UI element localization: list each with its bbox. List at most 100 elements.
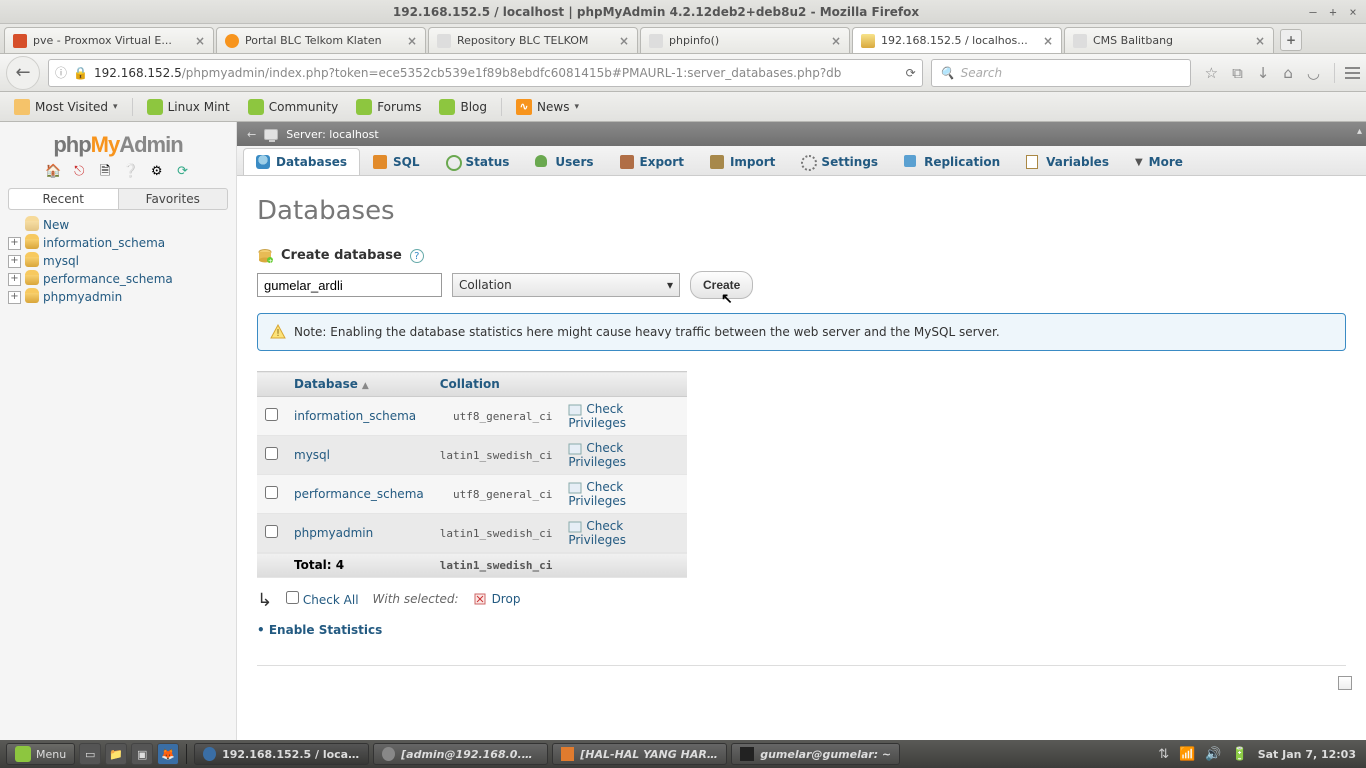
clock[interactable]: Sat Jan 7, 12:03 <box>1258 748 1356 761</box>
new-tab-button[interactable]: + <box>1280 29 1302 51</box>
sidebar-tab-recent[interactable]: Recent <box>9 189 119 209</box>
nav-back-button[interactable]: ← <box>6 56 40 90</box>
task-button[interactable]: [HAL-HAL YANG HARU... <box>552 743 727 765</box>
reload-icon[interactable]: ⟳ <box>906 66 916 80</box>
file-manager-button[interactable]: 📁 <box>105 743 127 765</box>
collation-select[interactable]: Collation▾ <box>452 273 680 297</box>
check-all[interactable]: Check All <box>286 591 358 607</box>
reload-icon[interactable]: ⟳ <box>174 164 192 182</box>
close-icon[interactable]: × <box>1255 34 1265 48</box>
db-link[interactable]: phpmyadmin <box>286 514 432 553</box>
tab-users[interactable]: Users <box>522 148 606 175</box>
pocket-icon[interactable]: ◡ <box>1307 64 1320 82</box>
db-link[interactable]: performance_schema <box>286 475 432 514</box>
url-input[interactable]: ⓘ 🔒 192.168.152.5/phpmyadmin/index.php?t… <box>48 59 923 87</box>
tree-item[interactable]: +mysql <box>4 252 232 270</box>
close-icon[interactable]: × <box>195 34 205 48</box>
tree-new-db[interactable]: New <box>4 216 232 234</box>
search-input[interactable]: 🔍 Search <box>931 59 1191 87</box>
tab-databases[interactable]: Databases <box>243 148 360 175</box>
show-desktop-button[interactable]: ▭ <box>79 743 101 765</box>
bookmark-blog[interactable]: Blog <box>431 96 495 118</box>
close-icon[interactable]: × <box>1043 34 1053 48</box>
row-checkbox[interactable] <box>265 486 278 499</box>
volume-icon[interactable]: 🔊 <box>1205 747 1221 762</box>
tab-import[interactable]: Import <box>697 148 788 175</box>
tab-replication[interactable]: Replication <box>891 148 1013 175</box>
check-privileges-link[interactable]: Check Privileges <box>560 436 687 475</box>
bookmark-forums[interactable]: Forums <box>348 96 429 118</box>
browser-tab-active[interactable]: 192.168.152.5 / localhos...× <box>852 27 1062 53</box>
network-icon[interactable]: ⇅ <box>1158 747 1169 762</box>
browser-tab[interactable]: pve - Proxmox Virtual E...× <box>4 27 214 53</box>
check-all-checkbox[interactable] <box>286 591 299 604</box>
settings-corner-button[interactable] <box>1338 676 1352 690</box>
close-icon[interactable]: × <box>407 34 417 48</box>
window-maximize-button[interactable]: + <box>1326 5 1340 19</box>
browser-tab[interactable]: phpinfo()× <box>640 27 850 53</box>
settings-icon[interactable]: ⚙ <box>148 164 166 182</box>
window-minimize-button[interactable]: – <box>1306 5 1320 19</box>
col-database[interactable]: Database▲ <box>286 372 432 397</box>
bookmark-news[interactable]: ∿News▾ <box>508 96 587 118</box>
check-privileges-link[interactable]: Check Privileges <box>560 475 687 514</box>
start-menu-button[interactable]: Menu <box>6 743 75 765</box>
db-link[interactable]: information_schema <box>286 397 432 436</box>
sql-icon[interactable]: 🗎 <box>96 162 114 180</box>
row-checkbox[interactable] <box>265 525 278 538</box>
tree-item[interactable]: +phpmyadmin <box>4 288 232 306</box>
browser-tab[interactable]: Repository BLC TELKOM× <box>428 27 638 53</box>
check-privileges-link[interactable]: Check Privileges <box>560 514 687 553</box>
create-button[interactable]: Create↖ <box>690 271 753 299</box>
db-link[interactable]: mysql <box>286 436 432 475</box>
close-icon[interactable]: × <box>831 34 841 48</box>
firefox-button[interactable]: 🦊 <box>157 743 179 765</box>
tab-settings[interactable]: Settings <box>788 148 891 175</box>
battery-icon[interactable]: 🔋 <box>1232 747 1248 762</box>
help-icon[interactable]: ? <box>410 249 424 263</box>
check-privileges-link[interactable]: Check Privileges <box>560 397 687 436</box>
tab-status[interactable]: Status <box>433 148 523 175</box>
row-checkbox[interactable] <box>265 447 278 460</box>
window-close-button[interactable]: × <box>1346 5 1360 19</box>
tree-item[interactable]: +performance_schema <box>4 270 232 288</box>
nav-left-icon[interactable]: ← <box>247 128 256 141</box>
bookmark-linux-mint[interactable]: Linux Mint <box>139 96 238 118</box>
expand-icon[interactable]: + <box>8 237 21 250</box>
col-collation[interactable]: Collation <box>432 372 561 397</box>
tab-variables[interactable]: Variables <box>1013 148 1122 175</box>
terminal-button[interactable]: ▣ <box>131 743 153 765</box>
enable-statistics-link[interactable]: Enable Statistics <box>257 623 1346 637</box>
row-checkbox[interactable] <box>265 408 278 421</box>
tab-export[interactable]: Export <box>607 148 697 175</box>
drop-link[interactable]: Drop <box>473 592 521 606</box>
logout-icon[interactable]: ⎋ <box>70 164 88 182</box>
menu-button[interactable] <box>1334 63 1360 83</box>
home-icon[interactable]: ⌂ <box>1283 64 1293 82</box>
tree-item[interactable]: +information_schema <box>4 234 232 252</box>
docs-icon[interactable]: ❔ <box>122 164 140 182</box>
expand-icon[interactable]: + <box>8 273 21 286</box>
info-icon[interactable]: ⓘ <box>55 64 67 81</box>
bookmark-most-visited[interactable]: Most Visited▾ <box>6 96 126 118</box>
browser-tab[interactable]: Portal BLC Telkom Klaten× <box>216 27 426 53</box>
bookmark-star-icon[interactable]: ☆ <box>1205 64 1218 82</box>
library-icon[interactable]: ⧉ <box>1232 64 1243 82</box>
db-name-input[interactable] <box>257 273 442 297</box>
browser-tab[interactable]: CMS Balitbang× <box>1064 27 1274 53</box>
sidebar-tab-favorites[interactable]: Favorites <box>119 189 228 209</box>
task-button[interactable]: gumelar@gumelar: ~ <box>731 743 900 765</box>
bookmark-community[interactable]: Community <box>240 96 346 118</box>
close-icon[interactable]: × <box>619 34 629 48</box>
task-button[interactable]: 192.168.152.5 / localh... <box>194 743 369 765</box>
downloads-icon[interactable]: ↓ <box>1257 64 1270 82</box>
tab-sql[interactable]: SQL <box>360 148 433 175</box>
wifi-icon[interactable]: 📶 <box>1179 747 1195 762</box>
tab-more[interactable]: ▼More <box>1122 148 1196 175</box>
task-button[interactable]: [admin@192.168.0.1 (... <box>373 743 548 765</box>
phpmyadmin-logo[interactable]: phpMyAdmin <box>0 132 236 158</box>
collapse-icon[interactable]: ▴ <box>1357 126 1362 137</box>
expand-icon[interactable]: + <box>8 255 21 268</box>
expand-icon[interactable]: + <box>8 291 21 304</box>
home-icon[interactable]: 🏠 <box>44 164 62 182</box>
